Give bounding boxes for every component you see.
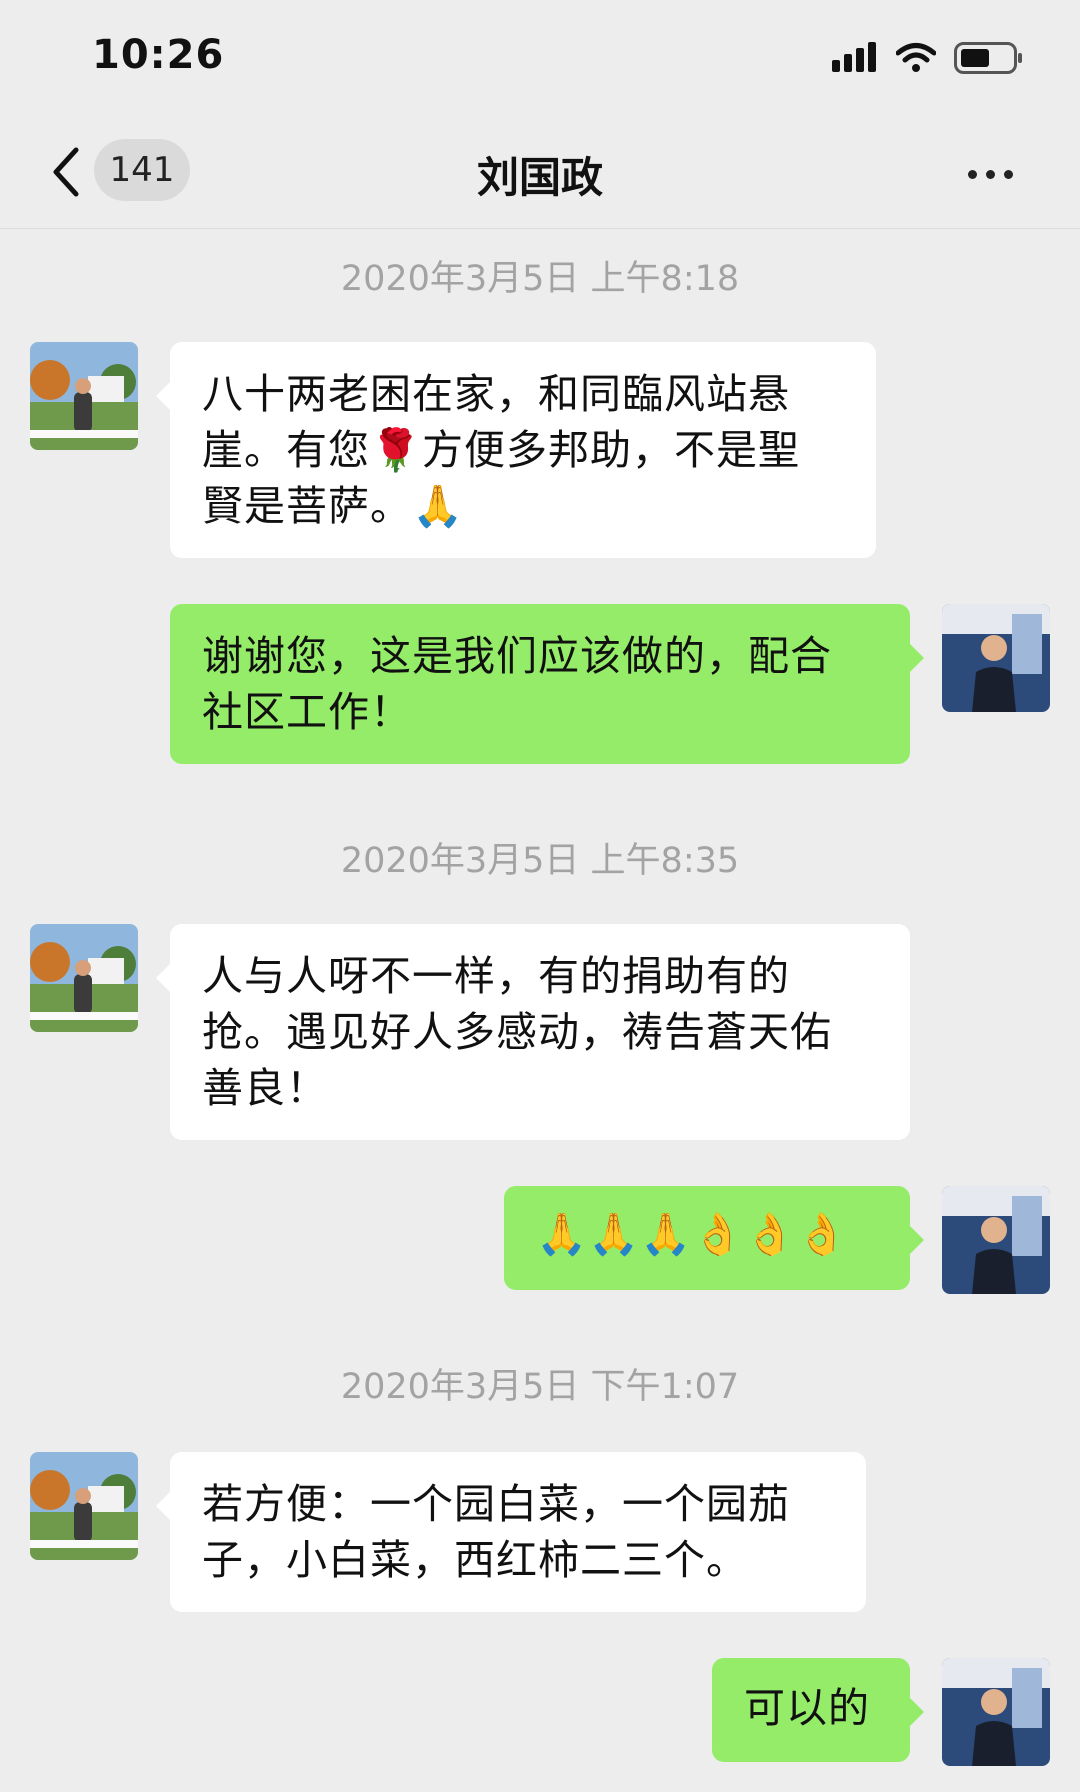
message-timestamp: 2020年3月5日 上午8:18: [340, 259, 740, 299]
message-timestamp: 2020年3月5日 下午1:07: [340, 1367, 740, 1407]
my-avatar[interactable]: [942, 1658, 1050, 1766]
message-text: 若方便：一个园白菜，一个园茄 子，小白菜，西红柿二三个。: [202, 1480, 790, 1584]
status-bar: 10:26: [0, 0, 1080, 110]
more-dots-icon[interactable]: [968, 164, 1024, 179]
message-bubble-incoming[interactable]: 人与人呀不一样，有的捐助有的 抢。遇见好人多感动，祷告蒼天佑 善良！: [156, 924, 910, 1140]
wifi-icon: [896, 43, 936, 72]
message-text: 谢谢您，这是我们应该做的，配合 社区工作！: [202, 632, 832, 736]
chevron-left-icon[interactable]: [46, 146, 86, 198]
message-bubble-outgoing[interactable]: 可以的: [712, 1658, 924, 1762]
unread-count-badge[interactable]: 141: [94, 139, 190, 201]
message-text: 可以的: [744, 1684, 870, 1732]
contact-avatar[interactable]: [30, 1452, 138, 1560]
my-avatar[interactable]: [942, 1186, 1050, 1294]
chat-header: 141 刘国政: [0, 110, 1080, 229]
my-avatar[interactable]: [942, 604, 1050, 712]
message-bubble-incoming[interactable]: 八十两老困在家，和同臨风站悬 崖。有您🌹方便多邦助，不是聖 賢是菩萨。🙏: [156, 342, 876, 558]
message-timestamp: 2020年3月5日 上午8:35: [340, 841, 740, 881]
chat-title: 刘国政: [476, 153, 603, 202]
message-bubble-incoming[interactable]: 若方便：一个园白菜，一个园茄 子，小白菜，西红柿二三个。: [156, 1452, 866, 1612]
message-text: 人与人呀不一样，有的捐助有的 抢。遇见好人多感动，祷告蒼天佑 善良！: [202, 952, 832, 1112]
signal-icon: [832, 42, 876, 72]
battery-icon: [954, 42, 1022, 74]
message-text: 🙏🙏🙏👌👌👌: [536, 1210, 849, 1258]
contact-avatar[interactable]: [30, 342, 138, 450]
contact-avatar[interactable]: [30, 924, 138, 1032]
status-time: 10:26: [92, 32, 225, 78]
message-bubble-outgoing[interactable]: 谢谢您，这是我们应该做的，配合 社区工作！: [170, 604, 924, 764]
message-text: 八十两老困在家，和同臨风站悬 崖。有您🌹方便多邦助，不是聖 賢是菩萨。🙏: [202, 370, 801, 530]
message-bubble-outgoing[interactable]: 🙏🙏🙏👌👌👌: [504, 1186, 924, 1290]
